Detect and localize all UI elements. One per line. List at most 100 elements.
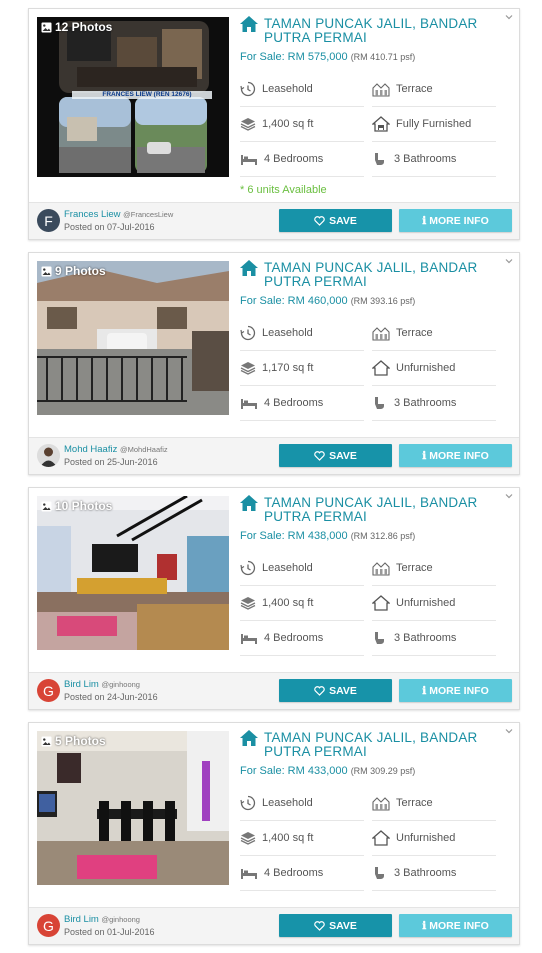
listing-photo[interactable]: 10 Photos xyxy=(37,496,229,650)
layers-icon xyxy=(240,118,256,131)
listing-footer: F Frances Liew @FrancesLiew Posted on 07… xyxy=(29,202,519,239)
size: 1,170 sq ft xyxy=(240,351,364,386)
image-icon xyxy=(41,266,52,276)
photo-count: 9 Photos xyxy=(41,264,106,278)
terrace-icon xyxy=(372,327,390,341)
tenure-icon xyxy=(240,81,256,97)
listing-card: 10 Photos TAMAN PUNCAK JALIL, BANDAR PUT… xyxy=(28,487,520,710)
property-type: Terrace xyxy=(372,786,496,821)
bed-icon xyxy=(241,869,257,879)
property-type: Terrace xyxy=(372,72,496,107)
listing-photo[interactable]: FRANCES LIEW (REN 12676) 12 Photos xyxy=(37,17,229,177)
listing-title[interactable]: TAMAN PUNCAK JALIL, BANDAR PUTRA PERMAI xyxy=(240,260,512,289)
tenure: Leasehold xyxy=(240,786,364,821)
avatar[interactable]: F xyxy=(37,209,60,232)
listing-card: 5 Photos TAMAN PUNCAK JALIL, BANDAR PUTR… xyxy=(28,722,520,945)
photo-count: 5 Photos xyxy=(41,734,106,748)
home-icon xyxy=(240,260,258,276)
image-icon xyxy=(41,22,52,32)
layers-icon xyxy=(240,597,256,610)
save-button[interactable]: SAVE xyxy=(279,209,392,232)
price: For Sale: RM 438,000 (RM 312.86 psf) xyxy=(240,530,416,542)
listing-title[interactable]: TAMAN PUNCAK JALIL, BANDAR PUTRA PERMAI xyxy=(240,16,512,45)
listing-photo[interactable]: 9 Photos xyxy=(37,261,229,415)
toilet-icon xyxy=(375,153,384,165)
home-icon xyxy=(240,495,258,511)
bed-icon xyxy=(241,399,257,409)
listing-info: TAMAN PUNCAK JALIL, BANDAR PUTRA PERMAI … xyxy=(240,260,512,421)
avatar[interactable]: G xyxy=(37,914,60,937)
agent-name[interactable]: Frances Liew @FrancesLiew xyxy=(64,209,173,220)
save-button[interactable]: SAVE xyxy=(279,444,392,467)
tenure: Leasehold xyxy=(240,72,364,107)
listing-info: TAMAN PUNCAK JALIL, BANDAR PUTRA PERMAI … xyxy=(240,495,512,656)
listing-card: 9 Photos TAMAN PUNCAK JALIL, BANDAR PUTR… xyxy=(28,252,520,475)
furnished-home-icon xyxy=(372,116,390,132)
listing-title[interactable]: TAMAN PUNCAK JALIL, BANDAR PUTRA PERMAI xyxy=(240,495,512,524)
tenure-icon xyxy=(240,795,256,811)
save-button[interactable]: SAVE xyxy=(279,914,392,937)
bedrooms: 4 Bedrooms xyxy=(240,142,364,177)
tenure: Leasehold xyxy=(240,551,364,586)
size: 1,400 sq ft xyxy=(240,107,364,142)
layers-icon xyxy=(240,832,256,845)
listing-card: FRANCES LIEW (REN 12676) 12 Photos TAMAN… xyxy=(28,8,520,240)
more-info-button[interactable]: ℹ MORE INFO xyxy=(399,209,512,232)
tenure: Leasehold xyxy=(240,316,364,351)
listing-info: TAMAN PUNCAK JALIL, BANDAR PUTRA PERMAI … xyxy=(240,16,512,196)
listing-info: TAMAN PUNCAK JALIL, BANDAR PUTRA PERMAI … xyxy=(240,730,512,891)
house-photo xyxy=(37,261,229,415)
bathrooms: 3 Bathrooms xyxy=(372,386,496,421)
unfurnished-home-icon xyxy=(372,360,390,376)
more-info-button[interactable]: ℹ MORE INFO xyxy=(399,444,512,467)
bedrooms: 4 Bedrooms xyxy=(240,386,364,421)
dining-room-photo xyxy=(37,731,229,885)
terrace-icon xyxy=(372,562,390,576)
image-icon xyxy=(41,501,52,511)
posted-date: Posted on 01-Jul-2016 xyxy=(64,927,155,937)
info-icon: ℹ xyxy=(422,214,427,227)
bathrooms: 3 Bathrooms xyxy=(372,142,496,177)
size: 1,400 sq ft xyxy=(240,821,364,856)
more-info-button[interactable]: ℹ MORE INFO xyxy=(399,679,512,702)
avatar[interactable] xyxy=(37,444,60,467)
size: 1,400 sq ft xyxy=(240,586,364,621)
photo-watermark: FRANCES LIEW (REN 12676) xyxy=(102,91,192,98)
terrace-icon xyxy=(372,83,390,97)
info-icon: ℹ xyxy=(422,919,427,932)
layers-icon xyxy=(240,362,256,375)
info-icon: ℹ xyxy=(422,684,427,697)
listing-title[interactable]: TAMAN PUNCAK JALIL, BANDAR PUTRA PERMAI xyxy=(240,730,512,759)
bedrooms: 4 Bedrooms xyxy=(240,856,364,891)
price: For Sale: RM 460,000 (RM 393.16 psf) xyxy=(240,295,416,307)
listing-footer: G Bird Lim @ginhoong Posted on 01-Jul-20… xyxy=(29,907,519,944)
unfurnished-home-icon xyxy=(372,595,390,611)
toilet-icon xyxy=(375,632,384,644)
bedrooms: 4 Bedrooms xyxy=(240,621,364,656)
furnishing: Unfurnished xyxy=(372,821,496,856)
posted-date: Posted on 24-Jun-2016 xyxy=(64,692,158,702)
property-type: Terrace xyxy=(372,551,496,586)
agent-name[interactable]: Bird Lim @ginhoong xyxy=(64,914,140,925)
info-icon: ℹ xyxy=(422,449,427,462)
agent-name[interactable]: Bird Lim @ginhoong xyxy=(64,679,140,690)
image-icon xyxy=(41,736,52,746)
living-room-photo xyxy=(37,496,229,650)
attributes-grid: Leasehold Terrace 1,400 sq ft Fully Furn… xyxy=(240,72,512,177)
posted-date: Posted on 25-Jun-2016 xyxy=(64,457,158,467)
home-icon xyxy=(240,730,258,746)
agent-name[interactable]: Mohd Haafiz @MohdHaafiz xyxy=(64,444,168,455)
home-icon xyxy=(240,16,258,32)
more-info-button[interactable]: ℹ MORE INFO xyxy=(399,914,512,937)
bed-icon xyxy=(241,155,257,165)
heart-icon xyxy=(314,450,325,461)
furnishing: Unfurnished xyxy=(372,351,496,386)
attributes-grid: Leasehold Terrace 1,170 sq ft Unfurnishe… xyxy=(240,316,512,421)
bathrooms: 3 Bathrooms xyxy=(372,856,496,891)
listing-photo[interactable]: 5 Photos xyxy=(37,731,229,885)
attributes-grid: Leasehold Terrace 1,400 sq ft Unfurnishe… xyxy=(240,551,512,656)
user-photo-icon xyxy=(37,444,60,467)
unfurnished-home-icon xyxy=(372,830,390,846)
avatar[interactable]: G xyxy=(37,679,60,702)
save-button[interactable]: SAVE xyxy=(279,679,392,702)
